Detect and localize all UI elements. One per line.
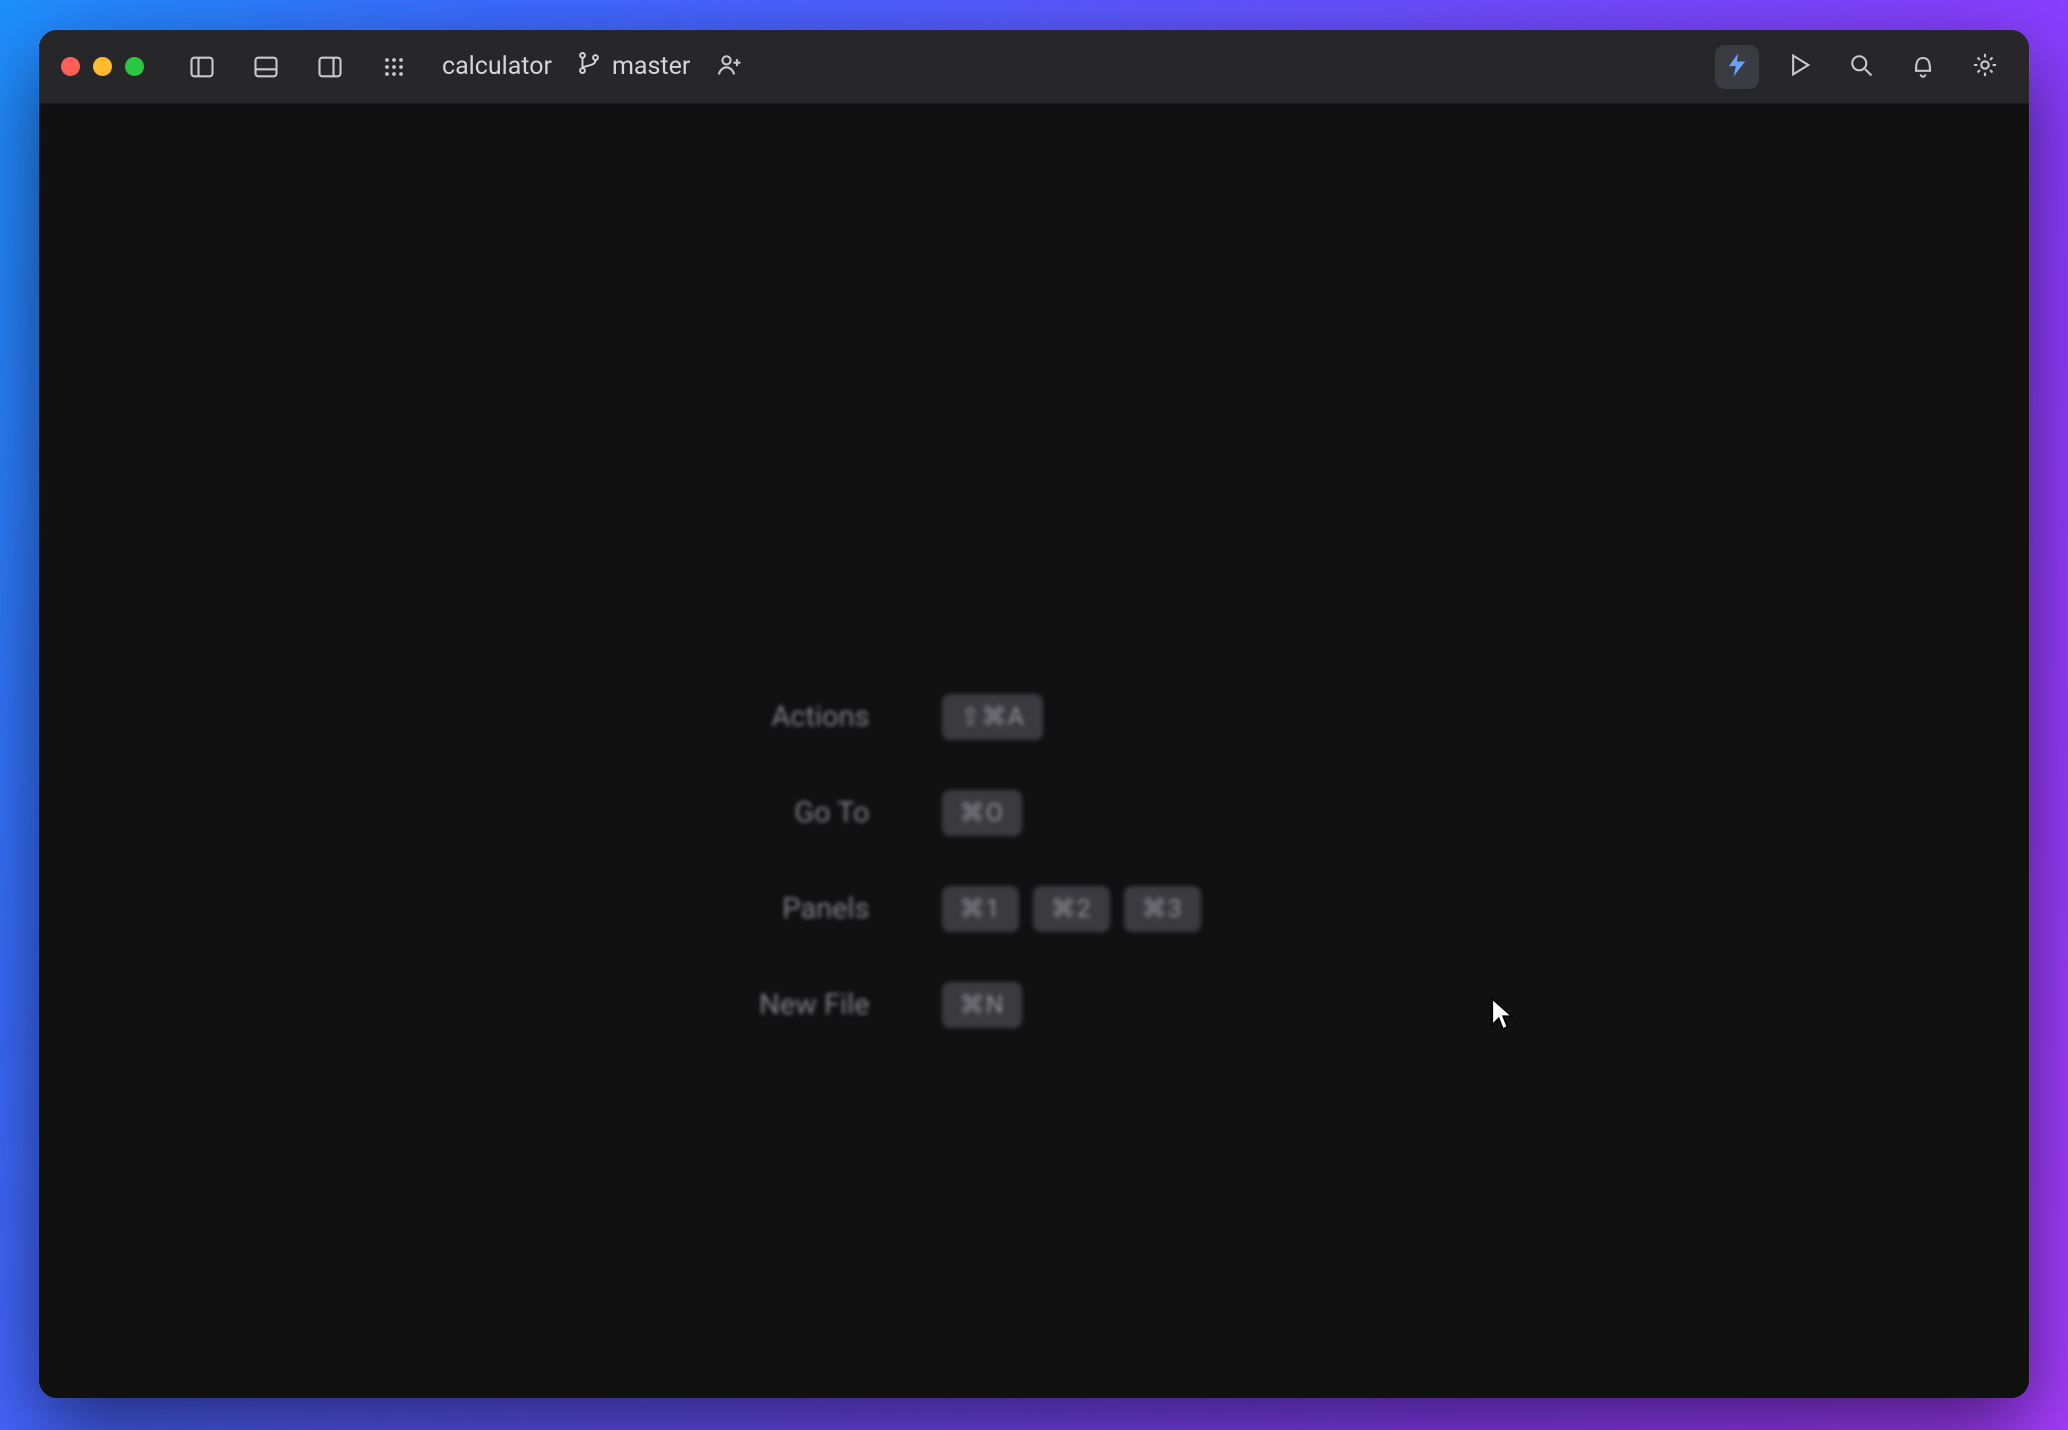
settings-button[interactable] [1963, 45, 2007, 89]
keycap: ⌘O [942, 790, 1022, 836]
keycap: ⌘1 [942, 886, 1019, 932]
keycap: ⌘3 [1124, 886, 1201, 932]
play-icon [1785, 51, 1813, 83]
git-branch-selector[interactable]: master [576, 50, 690, 83]
shortcut-label-goto: Go To [794, 796, 869, 830]
shortcut-keys-goto: ⌘O [942, 790, 1201, 836]
desktop-background: calculator master [0, 0, 2068, 1430]
shortcut-keys-panels: ⌘1 ⌘2 ⌘3 [942, 886, 1201, 932]
branch-name: master [612, 52, 690, 81]
titlebar: calculator master [39, 30, 2029, 104]
add-collaborator-button[interactable] [716, 51, 744, 83]
search-icon [1847, 51, 1875, 83]
shortcut-label-newfile: New File [759, 988, 870, 1022]
project-name[interactable]: calculator [442, 52, 552, 81]
keycap: ⌘2 [1033, 886, 1110, 932]
notifications-button[interactable] [1901, 45, 1945, 89]
keycap: ⌘N [942, 982, 1023, 1028]
window-traffic-lights [61, 57, 144, 76]
editor-empty-state: Actions ⇧⌘A Go To ⌘O Panels ⌘1 ⌘2 ⌘3 New… [39, 104, 2029, 1398]
shortcut-hints: Actions ⇧⌘A Go To ⌘O Panels ⌘1 ⌘2 ⌘3 New… [759, 694, 1201, 1028]
apps-grid-icon[interactable] [372, 45, 416, 89]
panel-right-icon[interactable] [308, 45, 352, 89]
gear-icon [1971, 51, 1999, 83]
search-button[interactable] [1839, 45, 1883, 89]
shortcut-keys-newfile: ⌘N [942, 982, 1201, 1028]
shortcut-label-actions: Actions [771, 700, 869, 734]
close-window-button[interactable] [61, 57, 80, 76]
shortcut-label-panels: Panels [782, 892, 869, 926]
shortcut-keys-actions: ⇧⌘A [942, 694, 1201, 740]
fullscreen-window-button[interactable] [125, 57, 144, 76]
titlebar-right-icons [1715, 45, 2007, 89]
minimize-window-button[interactable] [93, 57, 112, 76]
ide-window: calculator master [39, 30, 2029, 1398]
bolt-icon [1723, 51, 1751, 83]
git-branch-icon [576, 50, 602, 83]
bell-icon [1909, 51, 1937, 83]
run-button[interactable] [1777, 45, 1821, 89]
panel-bottom-icon[interactable] [244, 45, 288, 89]
keycap: ⇧⌘A [942, 694, 1043, 740]
panel-left-icon[interactable] [180, 45, 224, 89]
add-user-icon [716, 51, 744, 83]
ai-bolt-button[interactable] [1715, 45, 1759, 89]
panel-toggle-group [180, 45, 416, 89]
mouse-cursor-icon [1490, 997, 1516, 1031]
